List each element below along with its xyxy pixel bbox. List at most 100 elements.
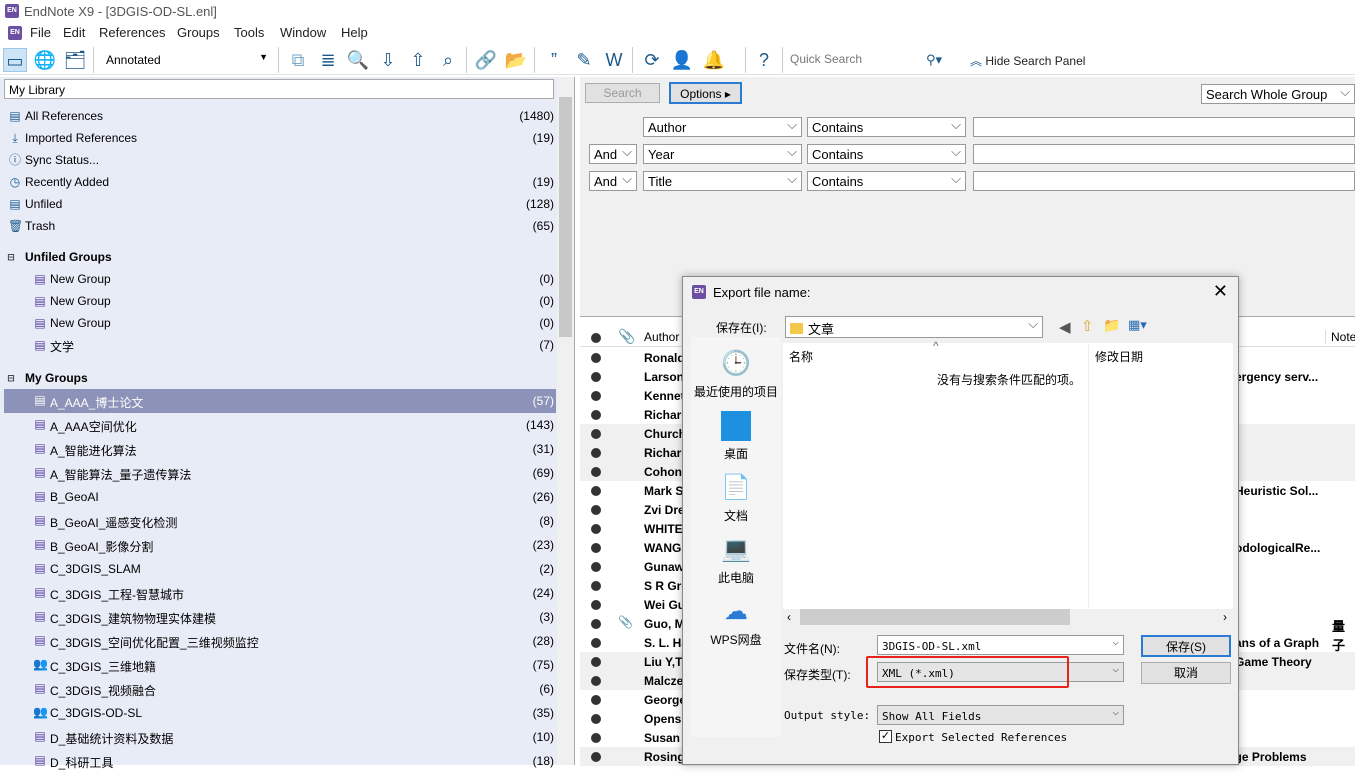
import-icon[interactable]: ⇩ [376, 48, 400, 72]
menu-edit[interactable]: Edit [63, 25, 85, 40]
cancel-button[interactable]: 取消 [1141, 662, 1231, 684]
boolean-select[interactable]: And [589, 144, 637, 164]
library-item[interactable]: ▤ Unfiled (128) [0, 193, 556, 215]
copy-to-group-icon[interactable]: ⧉ [286, 48, 310, 72]
menu-references[interactable]: References [99, 25, 165, 40]
collapse-icon[interactable]: ⊟ [4, 250, 18, 264]
group-item[interactable]: ▤ B_GeoAI_影像分割 (23) [4, 533, 556, 557]
sync-icon[interactable]: ⟳ [640, 48, 664, 72]
open-link-icon[interactable]: 🔗 [474, 48, 498, 72]
search-term-input[interactable] [973, 171, 1355, 191]
field-select[interactable]: Year [643, 144, 802, 164]
menu-groups[interactable]: Groups [177, 25, 220, 40]
field-select[interactable]: Author [643, 117, 802, 137]
group-item[interactable]: ▤ A_AAA_博士论文 (57) [4, 389, 556, 413]
app-menu-icon[interactable]: EN [8, 26, 22, 40]
place-item[interactable]: 📄 文档 [691, 473, 781, 524]
place-item[interactable]: 💻 此电脑 [691, 535, 781, 586]
group-item[interactable]: ▤ New Group (0) [0, 312, 556, 334]
group-item[interactable]: ▤ C_3DGIS_工程-智慧城市 (24) [4, 581, 556, 605]
library-item[interactable]: ▤ All References (1480) [0, 105, 556, 127]
place-item[interactable]: ☁ WPS网盘 [691, 597, 781, 648]
find-full-text-icon[interactable]: ⌕ [436, 48, 460, 72]
place-item[interactable]: 🕒 最近使用的项目 [691, 349, 781, 400]
field-select[interactable]: Title [643, 171, 802, 191]
integrated-library-icon[interactable]: 🗂 [63, 48, 87, 72]
group-item[interactable]: ▤ 文学 (7) [0, 334, 556, 356]
search-term-input[interactable] [973, 144, 1355, 164]
local-library-icon[interactable]: ▭ [3, 48, 27, 72]
group-item[interactable]: ▤ C_3DGIS_空间优化配置_三维视频监控 (28) [4, 629, 556, 653]
search-options-icon[interactable]: ⚲▾ [922, 48, 946, 72]
groups-scrollbar[interactable] [557, 77, 574, 765]
help-icon[interactable]: ? [752, 48, 776, 72]
library-item[interactable]: ⓘ Sync Status... [0, 149, 556, 171]
group-item[interactable]: ▤ New Group (0) [0, 290, 556, 312]
menu-window[interactable]: Window [280, 25, 326, 40]
output-style-dialog-select[interactable]: Show All Fields [877, 705, 1124, 725]
activity-feed-icon[interactable]: 🔔 [702, 48, 726, 72]
online-search-find-icon[interactable]: 🔍 [346, 48, 370, 72]
new-folder-icon[interactable]: 📁 [1103, 317, 1120, 334]
group-item[interactable]: 👥 C_3DGIS_三维地籍 (75) [4, 653, 556, 677]
filename-input[interactable]: 3DGIS-OD-SL.xml [877, 635, 1124, 655]
column-name[interactable]: 名称 [789, 348, 813, 365]
boolean-select[interactable]: And [589, 171, 637, 191]
save-in-select[interactable]: 文章 [785, 316, 1043, 338]
insert-citation-icon[interactable]: ” [542, 48, 566, 72]
menu-help[interactable]: Help [341, 25, 368, 40]
place-item[interactable]: 桌面 [691, 411, 781, 462]
search-term-input[interactable] [973, 117, 1355, 137]
group-set-my-groups[interactable]: ⊟ My Groups [0, 367, 556, 389]
group-item[interactable]: ▤ D_科研工具 (18) [4, 749, 556, 773]
export-icon[interactable]: ⇧ [406, 48, 430, 72]
operator-select[interactable]: Contains [807, 144, 966, 164]
column-date[interactable]: 修改日期 [1095, 348, 1143, 365]
operator-select[interactable]: Contains [807, 117, 966, 137]
item-count: (35) [532, 706, 554, 720]
search-scope-select[interactable]: Search Whole Group [1201, 84, 1355, 104]
collapse-icon[interactable]: ⊟ [4, 371, 18, 385]
group-item[interactable]: ▤ New Group (0) [0, 268, 556, 290]
group-item[interactable]: 👥 C_3DGIS-OD-SL (35) [4, 701, 556, 725]
open-file-icon[interactable]: 📂 [504, 48, 528, 72]
edit-citation-icon[interactable]: ✎ [572, 48, 596, 72]
online-search-icon[interactable]: 🌐 [33, 48, 57, 72]
word-icon[interactable]: W [602, 48, 626, 72]
group-item[interactable]: ▤ B_GeoAI_遥感变化检测 (8) [4, 509, 556, 533]
save-button[interactable]: 保存(S) [1141, 635, 1231, 657]
scroll-thumb[interactable] [800, 609, 1070, 625]
group-item[interactable]: ▤ C_3DGIS_视频融合 (6) [4, 677, 556, 701]
hide-search-panel-button[interactable]: ︽ Hide Search Panel [970, 52, 1085, 69]
library-item[interactable]: ⤓ Imported References (19) [0, 127, 556, 149]
group-item[interactable]: ▤ A_AAA空间优化 (143) [4, 413, 556, 437]
group-item[interactable]: ▤ A_智能进化算法 (31) [4, 437, 556, 461]
up-folder-icon[interactable]: ⇧ [1081, 317, 1094, 335]
scroll-right-icon[interactable]: › [1223, 610, 1227, 624]
close-icon[interactable]: ✕ [1213, 281, 1228, 302]
menu-tools[interactable]: Tools [234, 25, 264, 40]
view-menu-icon[interactable]: ▦▾ [1128, 317, 1147, 333]
group-item[interactable]: ▤ A_智能算法_量子遗传算法 (69) [4, 461, 556, 485]
scroll-left-icon[interactable]: ‹ [787, 610, 791, 624]
group-item[interactable]: ▤ B_GeoAI (26) [4, 485, 556, 509]
group-item[interactable]: ▤ C_3DGIS_SLAM (2) [4, 557, 556, 581]
column-author[interactable]: Author [644, 330, 679, 344]
export-selected-checkbox[interactable]: ✓ [879, 730, 892, 743]
new-reference-icon[interactable]: ≣ [316, 48, 340, 72]
share-library-icon[interactable]: 👤 [670, 48, 694, 72]
output-style-select[interactable]: Annotated ▼ [100, 48, 272, 70]
back-icon[interactable]: ◀ [1059, 318, 1071, 336]
operator-select[interactable]: Contains [807, 171, 966, 191]
group-set-unfiled[interactable]: ⊟ Unfiled Groups [0, 246, 556, 268]
search-button[interactable]: Search [585, 83, 660, 103]
group-item[interactable]: ▤ C_3DGIS_建筑物物理实体建模 (3) [4, 605, 556, 629]
library-item[interactable]: ◷ Recently Added (19) [0, 171, 556, 193]
group-item[interactable]: ▤ D_基础统计资料及数据 (10) [4, 725, 556, 749]
horizontal-scrollbar[interactable]: ‹ › [783, 609, 1233, 626]
menu-file[interactable]: File [30, 25, 51, 40]
options-button[interactable]: Options ▸ [669, 82, 742, 104]
scroll-thumb[interactable] [559, 97, 572, 337]
column-notes[interactable]: Note [1325, 330, 1355, 344]
library-item[interactable]: 🗑 Trash (65) [0, 215, 556, 237]
